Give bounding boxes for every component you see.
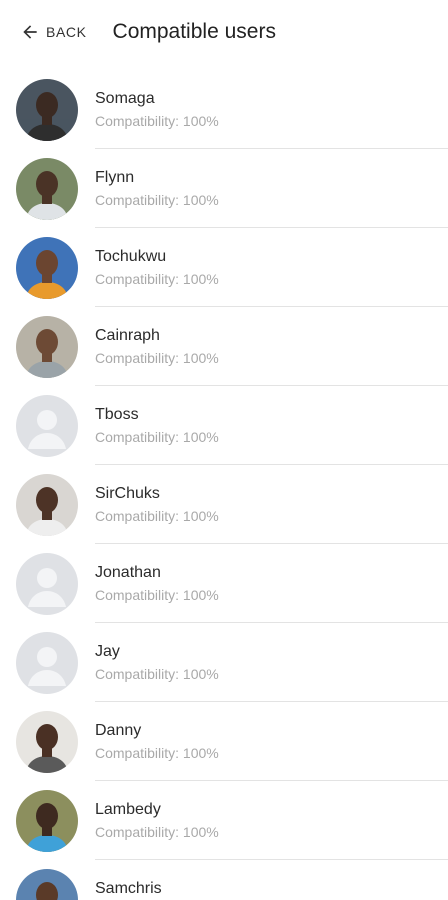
compatibility-text: Compatibility: 100% xyxy=(95,112,219,129)
avatar xyxy=(16,236,78,299)
compatibility-text: Compatibility: 100% xyxy=(95,349,219,366)
avatar xyxy=(16,78,78,141)
user-row[interactable]: Lambedy Compatibility: 100% xyxy=(0,781,448,860)
user-name: Somaga xyxy=(95,89,155,107)
arrow-left-icon xyxy=(20,22,40,42)
user-name: Tochukwu xyxy=(95,247,167,265)
compatibility-text: Compatibility: 100% xyxy=(95,586,219,603)
compatibility-text: Compatibility: 100% xyxy=(95,665,219,682)
back-label: BACK xyxy=(46,24,87,40)
user-row[interactable]: Danny Compatibility: 100% xyxy=(0,702,448,781)
user-name: Jay xyxy=(95,642,120,660)
user-info: Jonathan Compatibility: 100% xyxy=(95,563,219,605)
user-name: Jonathan xyxy=(95,563,161,581)
user-info: SirChuks Compatibility: 100% xyxy=(95,484,219,526)
user-name: Lambedy xyxy=(95,800,161,818)
user-name: Danny xyxy=(95,721,142,739)
user-row[interactable]: SamchrisCompatibility: 100% xyxy=(0,860,448,900)
user-info: Flynn Compatibility: 100% xyxy=(95,168,219,210)
compatibility-text: Compatibility: 100% xyxy=(95,823,219,840)
user-name: SirChuks xyxy=(95,484,160,502)
user-info: SamchrisCompatibility: 100% xyxy=(95,879,219,900)
user-row[interactable]: Cainraph Compatibility: 100% xyxy=(0,307,448,386)
user-row[interactable]: Jay Compatibility: 100% xyxy=(0,623,448,702)
user-row[interactable]: Jonathan Compatibility: 100% xyxy=(0,544,448,623)
compatibility-text: Compatibility: 100% xyxy=(95,507,219,524)
user-row[interactable]: Somaga Compatibility: 100% xyxy=(0,70,448,149)
user-info: Danny Compatibility: 100% xyxy=(95,721,219,763)
user-info: Tochukwu Compatibility: 100% xyxy=(95,247,219,289)
user-row[interactable]: Tboss Compatibility: 100% xyxy=(0,386,448,465)
user-info: Cainraph Compatibility: 100% xyxy=(95,326,219,368)
user-name: Flynn xyxy=(95,168,135,186)
default-avatar-icon xyxy=(16,631,78,694)
compatibility-text: Compatibility: 100% xyxy=(95,428,219,445)
compatibility-text: Compatibility: 100% xyxy=(95,191,219,208)
user-info: Tboss Compatibility: 100% xyxy=(95,405,219,447)
default-avatar-icon xyxy=(16,394,78,457)
user-row[interactable]: Tochukwu Compatibility: 100% xyxy=(0,228,448,307)
app-screen: BACK Compatible users Somaga Compatibilit… xyxy=(0,0,448,900)
back-button[interactable]: BACK xyxy=(20,22,87,42)
avatar xyxy=(16,315,78,378)
compatibility-text: Compatibility: 100% xyxy=(95,744,219,761)
avatar xyxy=(16,789,78,852)
user-row[interactable]: SirChuks Compatibility: 100% xyxy=(0,465,448,544)
user-info: Somaga Compatibility: 100% xyxy=(95,89,219,131)
avatar xyxy=(16,157,78,220)
user-name: Samchris xyxy=(95,879,162,897)
compatibility-text: Compatibility: 100% xyxy=(95,270,219,287)
page-title: Compatible users xyxy=(112,20,276,43)
user-list: Somaga Compatibility: 100% Flynn Compatibil… xyxy=(0,64,448,900)
avatar xyxy=(16,710,78,773)
avatar xyxy=(16,473,78,536)
user-info: Lambedy Compatibility: 100% xyxy=(95,800,219,842)
user-name: Cainraph xyxy=(95,326,160,344)
default-avatar-icon xyxy=(16,552,78,615)
avatar xyxy=(16,868,78,900)
app-header: BACK Compatible users xyxy=(0,0,448,64)
user-name: Tboss xyxy=(95,405,139,423)
user-info: Jay Compatibility: 100% xyxy=(95,642,219,684)
user-row[interactable]: Flynn Compatibility: 100% xyxy=(0,149,448,228)
